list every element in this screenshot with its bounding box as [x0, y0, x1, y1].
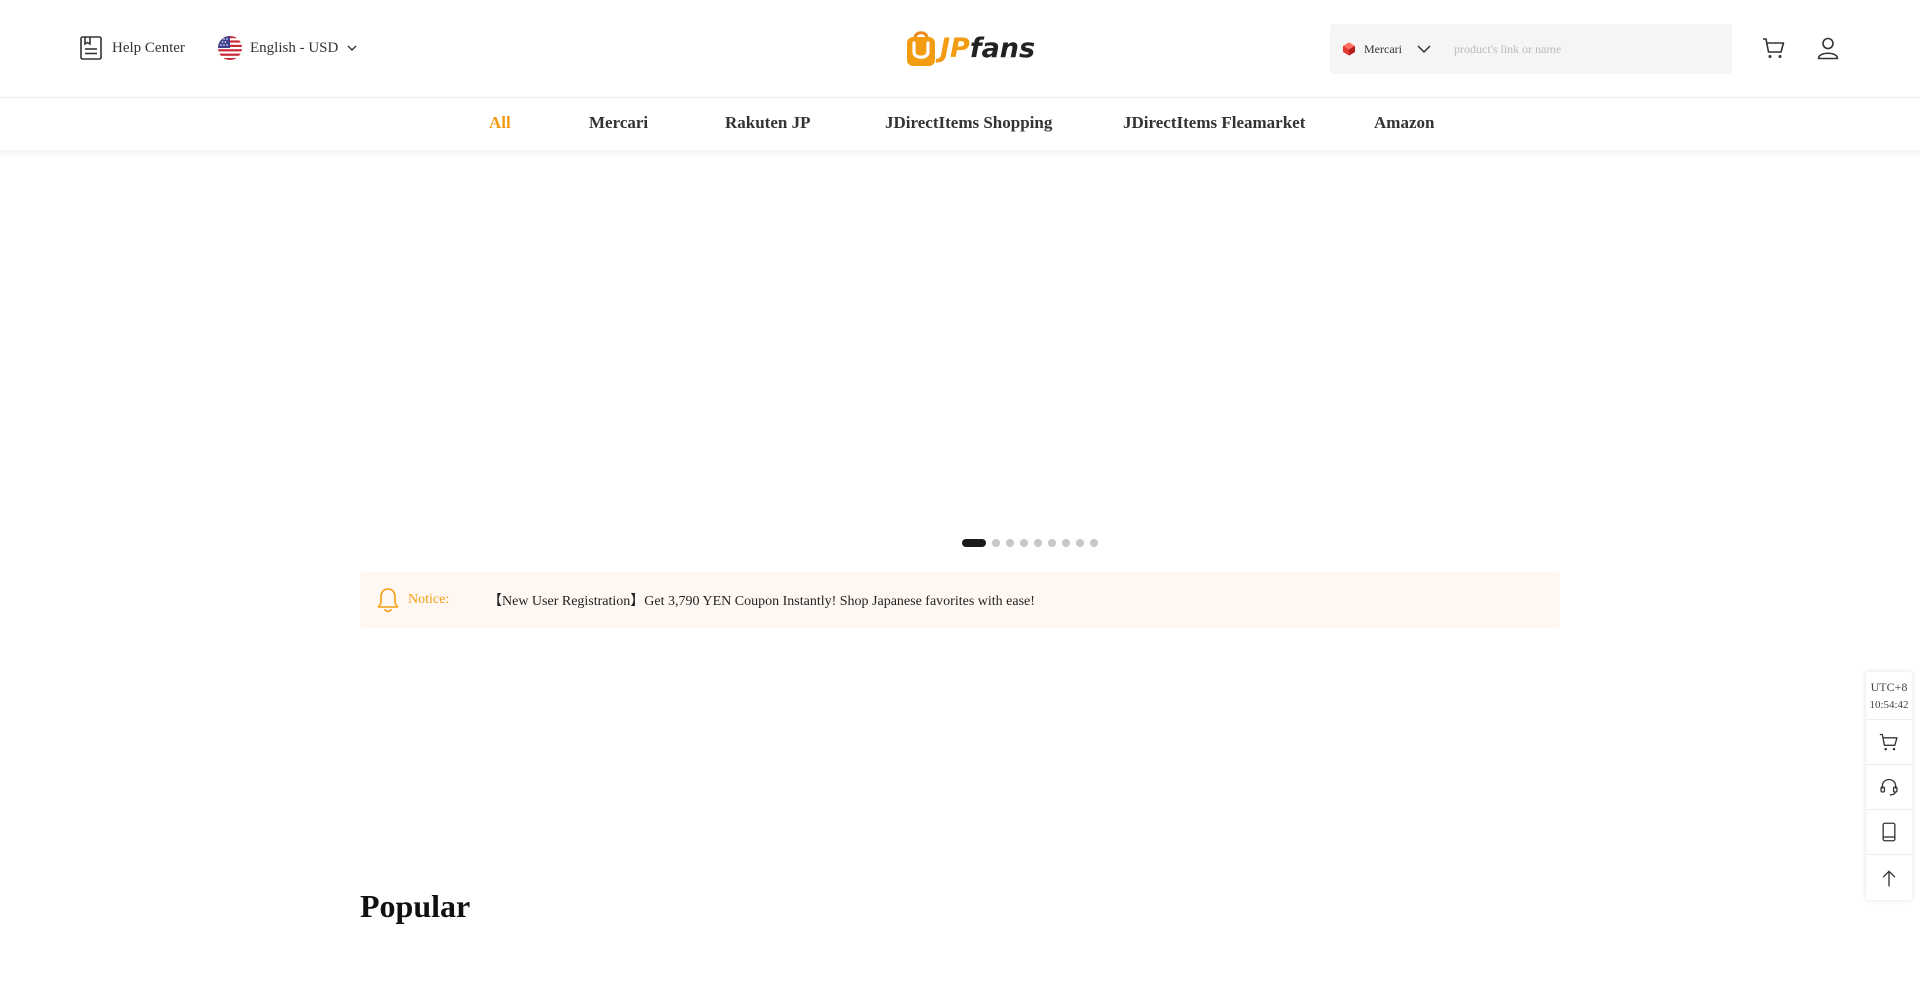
help-center-label: Help Center — [112, 39, 185, 56]
carousel-dot[interactable] — [1034, 539, 1042, 547]
headset-icon — [1880, 778, 1898, 796]
carousel-dot[interactable] — [1006, 539, 1014, 547]
carousel-dot[interactable] — [1076, 539, 1084, 547]
bell-icon — [377, 588, 399, 613]
side-mobile-app-button[interactable] — [1866, 810, 1912, 855]
popular-section-title: Popular — [360, 888, 471, 924]
search-platform-label: Mercari — [1364, 41, 1402, 56]
carousel-dot[interactable] — [1048, 539, 1056, 547]
search-platform-selector[interactable]: Mercari — [1330, 41, 1442, 57]
logo-text: JPfans — [940, 32, 1036, 64]
carousel-dot[interactable] — [1062, 539, 1070, 547]
side-support-button[interactable] — [1866, 765, 1912, 810]
site-logo[interactable]: JPfans — [904, 28, 1035, 68]
user-account-icon[interactable] — [1816, 36, 1840, 60]
carousel-dot[interactable] — [1020, 539, 1028, 547]
help-document-icon — [80, 36, 102, 60]
cart-icon — [1879, 733, 1898, 751]
site-header: Help Center English - USD JPfans Mercari… — [0, 0, 1920, 98]
timezone-clock: UTC+8 10:54:42 — [1866, 672, 1912, 720]
carousel-dot[interactable] — [1090, 539, 1098, 547]
nav-item-amazon[interactable]: Amazon — [1374, 113, 1434, 133]
timezone-label: UTC+8 — [1870, 680, 1908, 694]
arrow-up-icon — [1882, 869, 1896, 886]
side-cart-button[interactable] — [1866, 720, 1912, 765]
nav-item-mercari[interactable]: Mercari — [589, 113, 648, 133]
platform-nav: All Mercari Rakuten JP JDirectItems Shop… — [0, 98, 1920, 150]
chevron-down-icon — [1417, 45, 1431, 54]
nav-item-all[interactable]: All — [489, 113, 511, 133]
chevron-down-icon — [347, 45, 357, 51]
banner-carousel[interactable] — [0, 150, 1920, 530]
notice-bar[interactable]: Notice: 【New User Registration】Get 3,790… — [360, 572, 1560, 628]
language-currency-label: English - USD — [250, 39, 339, 56]
mercari-icon — [1343, 42, 1355, 56]
notice-text[interactable]: 【New User Registration】Get 3,790 YEN Cou… — [488, 590, 1035, 610]
cart-icon[interactable] — [1762, 36, 1786, 60]
nav-item-rakuten-jp[interactable]: Rakuten JP — [725, 113, 810, 133]
nav-item-jdirectitems-fleamarket[interactable]: JDirectItems Fleamarket — [1123, 113, 1305, 133]
side-back-to-top-button[interactable] — [1866, 855, 1912, 900]
us-flag-icon — [218, 36, 242, 60]
clock-time: 10:54:42 — [1869, 699, 1909, 711]
search-input[interactable] — [1442, 29, 1712, 69]
language-currency-selector[interactable]: English - USD — [218, 36, 358, 60]
notice-label: Notice: — [408, 592, 450, 607]
side-float-toolbar: UTC+8 10:54:42 — [1866, 672, 1912, 900]
nav-item-jdirectitems-shopping[interactable]: JDirectItems Shopping — [885, 113, 1052, 133]
carousel-dot[interactable] — [992, 539, 1000, 547]
help-center-link[interactable]: Help Center — [80, 36, 185, 60]
search-bar: Mercari — [1330, 24, 1732, 74]
mobile-phone-icon — [1882, 822, 1896, 842]
carousel-indicators — [962, 539, 1098, 547]
shopping-bag-logo-icon — [907, 31, 935, 66]
carousel-dot[interactable] — [962, 539, 986, 547]
